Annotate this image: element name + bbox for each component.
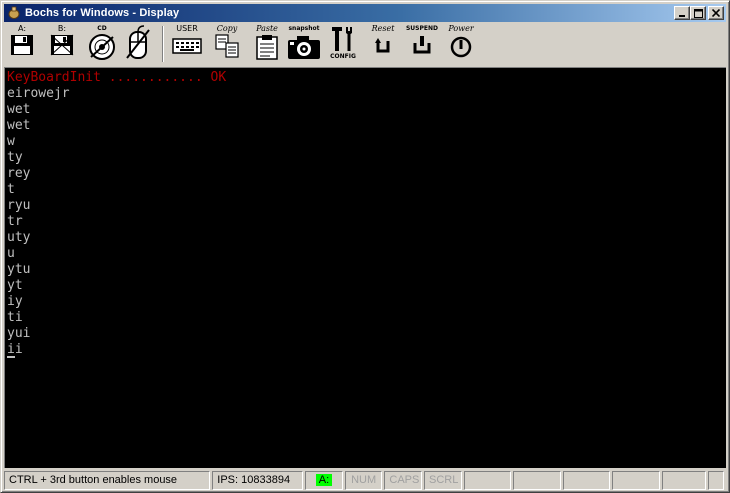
copy-icon — [213, 33, 241, 59]
window-controls — [674, 6, 724, 20]
floppy-b-button[interactable]: B: — [48, 24, 76, 64]
maximize-button[interactable] — [690, 6, 706, 20]
cdrom-button[interactable]: CD — [86, 24, 118, 64]
camera-icon — [286, 33, 322, 61]
floppy-disk-icon — [9, 33, 35, 57]
minimize-button[interactable] — [674, 6, 690, 20]
suspend-button[interactable]: SUSPEND — [404, 24, 440, 64]
console-output: KeyBoardInit ............ OK eirowejr wet w… — [7, 70, 226, 358]
power-label: Power — [448, 24, 474, 33]
status-bar: CTRL + 3rd button enables mouse IPS: 108… — [4, 471, 726, 491]
floppy-b-label: B: — [57, 24, 67, 33]
console-line: wet — [7, 118, 31, 133]
keyboard-icon — [171, 33, 203, 57]
drive-a-led: A: — [315, 474, 333, 486]
console-line: yui — [7, 326, 31, 341]
console-status-line: KeyBoardInit ............ OK — [7, 70, 227, 85]
toolbar: A: B: CD USER Copy Paste snapshot CONFIG… — [4, 23, 726, 65]
copy-button[interactable]: Copy — [212, 24, 242, 64]
console-line: eirowejr — [7, 86, 70, 101]
console-line: t — [7, 182, 15, 197]
clipboard-icon — [253, 33, 281, 61]
power-icon — [449, 33, 473, 59]
reset-icon — [372, 33, 394, 57]
paste-button[interactable]: Paste — [252, 24, 282, 64]
console-line: yt — [7, 278, 23, 293]
status-empty-slot — [612, 471, 660, 490]
cdrom-icon — [87, 33, 117, 61]
suspend-icon — [411, 33, 433, 57]
mouse-icon — [124, 24, 152, 62]
status-scroll-lock: SCRL — [424, 471, 462, 490]
status-num-lock: NUM — [344, 471, 383, 490]
user-label: USER — [176, 24, 198, 33]
console-line: u — [7, 246, 15, 261]
console-line: ytu — [7, 262, 31, 277]
copy-label: Copy — [216, 24, 238, 33]
config-button[interactable]: CONFIG — [327, 24, 359, 64]
status-empty-slot — [661, 471, 707, 490]
status-caps-lock: CAPS — [384, 471, 423, 490]
status-empty-slot — [513, 471, 561, 490]
bochs-window: Bochs for Windows - Display A: B: CD USE… — [0, 0, 730, 493]
cdrom-label: CD — [97, 25, 107, 32]
console-line: rey — [7, 166, 31, 181]
title-bar[interactable]: Bochs for Windows - Display — [4, 4, 726, 22]
reset-button[interactable]: Reset — [367, 24, 399, 64]
status-mouse-hint: CTRL + 3rd button enables mouse — [4, 471, 211, 490]
user-button[interactable]: USER — [170, 24, 204, 64]
paste-label: Paste — [256, 24, 278, 33]
floppy-a-label: A: — [17, 24, 27, 33]
suspend-label: SUSPEND — [405, 25, 438, 32]
console-line: w — [7, 134, 15, 149]
text-cursor — [7, 356, 15, 358]
console-line: iy — [7, 294, 23, 309]
wrench-screwdriver-icon — [328, 24, 358, 52]
status-empty-slot — [463, 471, 512, 490]
power-button[interactable]: Power — [444, 24, 478, 64]
console-line: tr — [7, 214, 23, 229]
floppy-a-button[interactable]: A: — [8, 24, 36, 64]
toolbar-separator — [162, 26, 164, 62]
snapshot-button[interactable]: snapshot — [284, 24, 324, 64]
console-line: ty — [7, 150, 23, 165]
close-button[interactable] — [708, 6, 724, 20]
snapshot-label: snapshot — [288, 25, 320, 32]
emulator-display[interactable]: KeyBoardInit ............ OK eirowejr wet w… — [4, 67, 726, 468]
status-drive-a: A: — [305, 471, 343, 490]
mouse-capture-button[interactable] — [123, 24, 153, 64]
floppy-disk-icon — [49, 33, 75, 57]
console-line: ryu — [7, 198, 31, 213]
console-line: ii — [7, 342, 23, 358]
console-line: uty — [7, 230, 31, 245]
window-title: Bochs for Windows - Display — [25, 7, 180, 19]
status-empty-slot — [562, 471, 611, 490]
console-line: ti — [7, 310, 23, 325]
status-empty-slot — [708, 471, 725, 490]
config-label: CONFIG — [330, 53, 356, 60]
status-ips: IPS: 10833894 — [212, 471, 304, 490]
bochs-app-icon — [6, 5, 22, 21]
console-line: wet — [7, 102, 31, 117]
reset-label: Reset — [371, 24, 395, 33]
